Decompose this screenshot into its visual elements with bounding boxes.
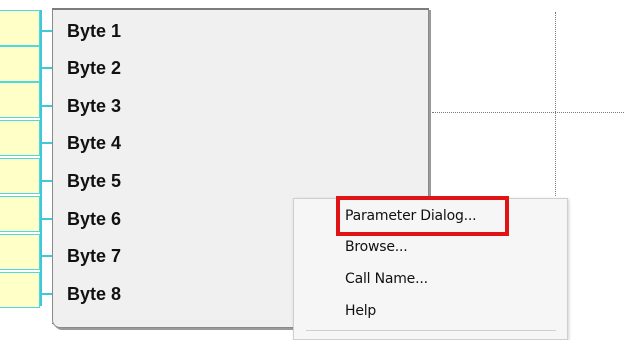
input-cell[interactable]: [0, 272, 40, 308]
input-cell[interactable]: [0, 196, 40, 232]
input-cell[interactable]: [0, 10, 40, 46]
input-cell[interactable]: [0, 158, 40, 194]
menu-item-help[interactable]: Help: [345, 300, 376, 322]
menu-item-parameter-dialog[interactable]: Parameter Dialog...: [345, 205, 477, 227]
dotted-guide-vertical: [555, 12, 556, 196]
byte-label-1: Byte 1: [67, 21, 122, 41]
byte-label-7: Byte 7: [67, 246, 122, 266]
menu-item-browse[interactable]: Browse...: [345, 236, 408, 258]
input-cell[interactable]: [0, 120, 40, 156]
byte-label-6: Byte 6: [67, 209, 122, 229]
input-cell[interactable]: [0, 46, 40, 82]
input-cell[interactable]: [0, 234, 40, 270]
input-cells: [0, 10, 40, 310]
input-cell[interactable]: [0, 82, 40, 118]
block-top-edge: [52, 8, 429, 10]
byte-label-5: Byte 5: [67, 171, 122, 191]
byte-label-3: Byte 3: [67, 96, 122, 116]
byte-label-2: Byte 2: [67, 58, 122, 78]
dotted-guide-horizontal: [432, 112, 624, 113]
menu-separator: [306, 330, 556, 331]
byte-label-8: Byte 8: [67, 284, 122, 304]
byte-label-4: Byte 4: [67, 133, 122, 153]
diagram-canvas[interactable]: Byte 1 Byte 2 Byte 3 Byte 4 Byte 5 Byte …: [0, 0, 624, 340]
menu-item-call-name[interactable]: Call Name...: [345, 268, 428, 290]
connector-trunk: [40, 10, 42, 306]
